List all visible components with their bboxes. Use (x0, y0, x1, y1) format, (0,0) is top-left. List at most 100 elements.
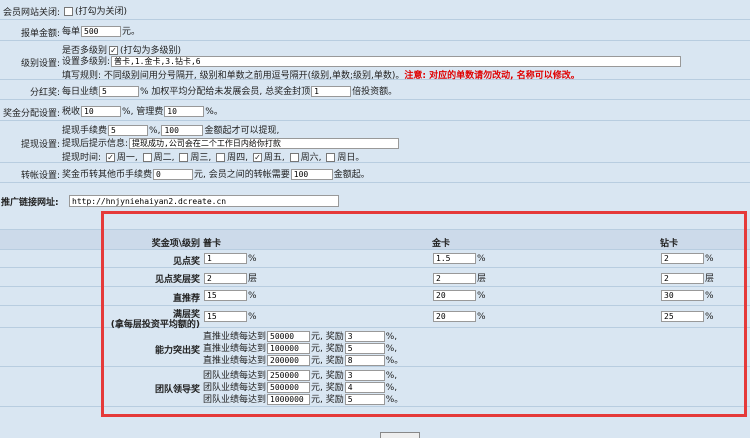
layer-card1-input[interactable] (204, 273, 247, 284)
withdraw-label: 提现设置: (20, 140, 60, 150)
withdraw-msg-prefix: 提现后提示信息: (62, 139, 129, 149)
header-col2: 金卡 (432, 239, 451, 249)
bonus-row-ability: 能力突出奖 直推业绩每达到元, 奖励%, 直推业绩每达到元, 奖励%, 直推业绩… (0, 328, 750, 367)
bonus-row-full-layer: 满层奖 (拿每层投资平均额的) % % % (0, 306, 750, 330)
submit-button-partial[interactable] (380, 432, 420, 438)
direct-card1-input[interactable] (204, 290, 247, 301)
team-line-suffix: %。 (385, 395, 404, 405)
day-checkbox-sat[interactable] (289, 153, 299, 162)
point-card2-unit: % (477, 254, 486, 264)
point-card2-input[interactable] (433, 253, 476, 264)
ability-line-prefix: 直推业绩每达到 (203, 356, 267, 366)
bonus-row-layer: 见点奖层奖 层 层 层 (0, 268, 750, 287)
layer-card3-unit: 层 (705, 274, 715, 284)
day-checkbox-sun[interactable] (326, 153, 336, 162)
row-transfer: 转帐设置: 奖金币转其他币手续费 元, 会员之间的转帐需要 金额起。 (0, 163, 750, 183)
bonus-dist-p1: 税收 (62, 107, 81, 117)
day-label-mon: 周一, (116, 153, 138, 163)
level-setting-prefix: 设置多级别: (62, 57, 111, 67)
bonus-row-direct: 直推荐 % % % (0, 287, 750, 306)
header-col3: 钻卡 (660, 239, 679, 249)
day-label-tue: 周二, (153, 153, 175, 163)
full-layer-card3-unit: % (705, 312, 714, 322)
layer-card1-unit: 层 (248, 274, 258, 284)
header-col1: 普卡 (203, 239, 222, 249)
team-amount-input[interactable] (267, 394, 311, 405)
transfer-p1: 奖金币转其他币手续费 (62, 170, 153, 180)
dividend-rate-input[interactable] (99, 86, 140, 97)
transfer-p2: 元, 会员之间的转帐需要 (194, 170, 290, 180)
withdraw-fee-input[interactable] (108, 125, 149, 136)
withdraw-fee-suffix: 金额起才可以提现, (204, 126, 280, 136)
report-amount-prefix: 每单 (62, 27, 81, 37)
day-checkbox-wed[interactable] (179, 153, 189, 162)
day-checkbox-fri[interactable]: ✓ (252, 153, 262, 162)
point-card3-unit: % (705, 254, 714, 264)
row-report-amount: 报单金额: 每单 元。 (0, 20, 750, 41)
site-close-hint: (打勾为关闭) (75, 7, 128, 17)
tax-input[interactable] (81, 106, 122, 117)
level-setting-input[interactable] (111, 56, 682, 67)
direct-card3-input[interactable] (661, 290, 704, 301)
site-close-label: 会员网站关闭: (2, 8, 60, 18)
ability-line-mid: 元, 奖励 (311, 356, 344, 366)
direct-card2-input[interactable] (433, 290, 476, 301)
row-promo-link: 推广链接网址: (0, 183, 750, 230)
ability-reward-input[interactable] (344, 355, 385, 366)
row-bonus-distribution: 奖金分配设置: 税收 %, 管理费 %。 (0, 100, 750, 121)
full-layer-card1-unit: % (248, 312, 257, 322)
direct-card2-unit: % (477, 291, 486, 301)
layer-card2-input[interactable] (433, 273, 476, 284)
team-line-mid: 元, 奖励 (311, 395, 344, 405)
point-card3-input[interactable] (661, 253, 704, 264)
day-label-sun: 周日。 (337, 153, 365, 163)
site-close-checkbox[interactable] (64, 7, 73, 16)
full-layer-card2-unit: % (477, 312, 486, 322)
bonus-row-direct-label: 直推荐 (172, 294, 200, 304)
day-label-thu: 周四, (227, 153, 249, 163)
withdraw-fee-mid: %, (149, 126, 161, 136)
transfer-min-input[interactable] (290, 169, 333, 180)
day-checkbox-tue[interactable] (142, 153, 152, 162)
promo-url-input[interactable] (69, 195, 339, 207)
management-fee-input[interactable] (164, 106, 205, 117)
dividend-p1: 每日业绩 (62, 87, 99, 97)
bonus-dist-p2: %, 管理费 (122, 107, 164, 117)
header-col0: 奖金项\级别 (151, 239, 200, 249)
ability-label: 能力突出奖 (154, 346, 200, 356)
dividend-cap-input[interactable] (311, 86, 352, 97)
dividend-p3: 倍投资额。 (352, 87, 398, 97)
bonus-row-point: 见点奖 % % % (0, 250, 750, 268)
transfer-fee-input[interactable] (153, 169, 194, 180)
direct-card3-unit: % (705, 291, 714, 301)
team-label: 团队领导奖 (154, 385, 200, 395)
ability-line-suffix: %。 (385, 356, 404, 366)
day-checkbox-thu[interactable] (216, 153, 226, 162)
point-card1-input[interactable] (204, 253, 247, 264)
dividend-p2: % 加权平均分配给未发展会员, 总奖金封顶 (140, 87, 311, 97)
team-line-prefix: 团队业绩每达到 (203, 395, 267, 405)
day-label-sat: 周六, (300, 153, 322, 163)
withdraw-min-input[interactable] (161, 125, 204, 136)
day-label-wed: 周三, (190, 153, 212, 163)
full-layer-card2-input[interactable] (433, 311, 476, 322)
row-dividend: 分红奖: 每日业绩 % 加权平均分配给未发展会员, 总奖金封顶 倍投资额。 (0, 80, 750, 100)
bonus-table: 奖金项\级别 普卡 金卡 钻卡 见点奖 % % % 见点奖层奖 层 层 层 直推… (0, 230, 750, 436)
level-label: 级别设置: (20, 59, 60, 69)
bonus-row-layer-label: 见点奖层奖 (154, 275, 200, 285)
report-amount-suffix: 元。 (122, 27, 141, 37)
full-layer-card1-input[interactable] (204, 311, 247, 322)
ability-amount-input[interactable] (267, 355, 311, 366)
row-withdraw: 提现设置: 提现手续费%,金额起才可以提现, 提现后提示信息: 提现时间: ✓周… (0, 121, 750, 163)
report-amount-input[interactable] (81, 26, 122, 37)
team-reward-input[interactable] (344, 394, 385, 405)
layer-card3-input[interactable] (661, 273, 704, 284)
full-layer-card3-input[interactable] (661, 311, 704, 322)
withdraw-msg-input[interactable] (129, 138, 400, 149)
bonus-dist-p3: %。 (205, 107, 223, 117)
ability-line: 直推业绩每达到 元, 奖励 %。 (203, 353, 403, 366)
day-checkbox-mon[interactable]: ✓ (105, 153, 115, 162)
bonus-dist-label: 奖金分配设置: (2, 109, 60, 119)
bonus-row-team: 团队领导奖 团队业绩每达到元, 奖励%, 团队业绩每达到元, 奖励%, 团队业绩… (0, 367, 750, 407)
report-amount-label: 报单金额: (20, 29, 60, 39)
